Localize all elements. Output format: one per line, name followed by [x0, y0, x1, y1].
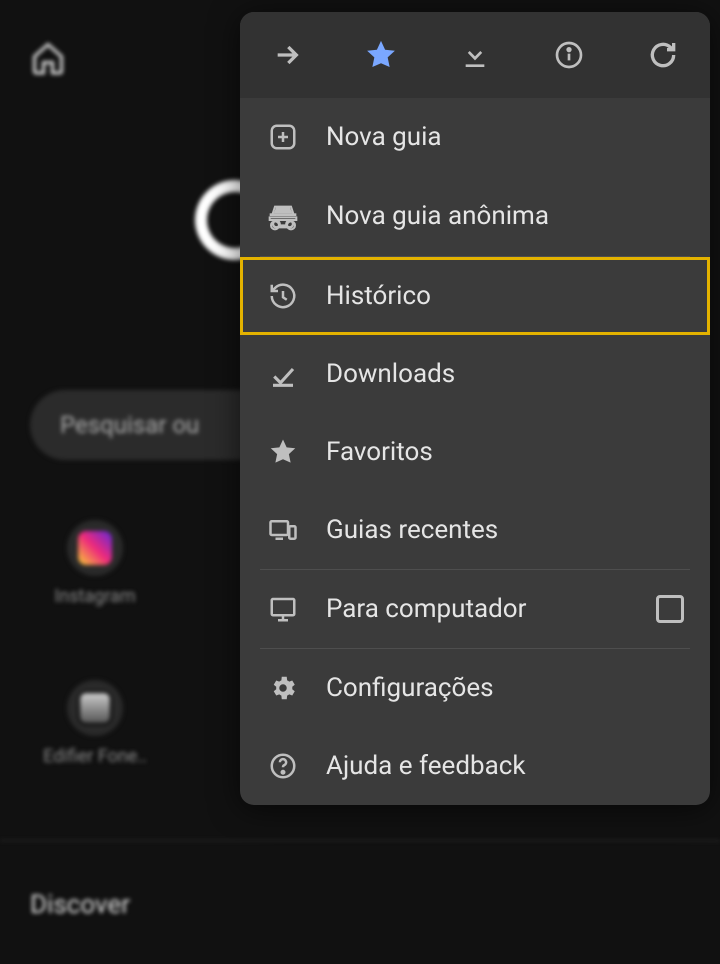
- menu-item-help[interactable]: Ajuda e feedback: [240, 727, 710, 805]
- menu-item-label: Configurações: [326, 673, 494, 703]
- menu-item-desktop-site[interactable]: Para computador: [240, 570, 710, 648]
- menu-item-label: Nova guia: [326, 122, 442, 152]
- desktop-site-checkbox[interactable]: [656, 595, 684, 623]
- menu-item-bookmarks[interactable]: Favoritos: [240, 413, 710, 491]
- discover-heading: Discover: [30, 890, 130, 920]
- menu-item-label: Guias recentes: [326, 515, 498, 545]
- shortcut-label: Edifier Fone..: [43, 746, 147, 767]
- shortcut-label: Instagram: [54, 586, 135, 607]
- history-icon: [266, 281, 300, 311]
- divider: [0, 840, 720, 841]
- menu-item-history[interactable]: Histórico: [240, 257, 710, 335]
- menu-item-settings[interactable]: Configurações: [240, 649, 710, 727]
- menu-item-new-tab[interactable]: Nova guia: [240, 98, 710, 176]
- menu-item-recent-tabs[interactable]: Guias recentes: [240, 491, 710, 569]
- download-check-icon: [266, 359, 300, 389]
- help-icon: [266, 751, 300, 781]
- desktop-icon: [266, 594, 300, 624]
- incognito-icon: [266, 200, 300, 232]
- menu-item-label: Ajuda e feedback: [326, 751, 526, 781]
- star-icon: [266, 437, 300, 467]
- menu-top-bar: [240, 12, 710, 98]
- download-icon[interactable]: [455, 35, 495, 75]
- menu-item-label: Para computador: [326, 594, 526, 624]
- plus-square-icon: [266, 122, 300, 152]
- search-placeholder: Pesquisar ou: [60, 411, 199, 439]
- menu-item-downloads[interactable]: Downloads: [240, 335, 710, 413]
- overflow-menu: Nova guia Nova guia anônima Histórico Do…: [240, 12, 710, 805]
- reload-icon[interactable]: [643, 35, 683, 75]
- bookmark-star-icon[interactable]: [361, 35, 401, 75]
- menu-item-label: Downloads: [326, 359, 455, 389]
- shortcut-instagram[interactable]: Instagram: [35, 520, 155, 607]
- menu-item-label: Histórico: [326, 281, 431, 311]
- menu-item-incognito[interactable]: Nova guia anônima: [240, 176, 710, 256]
- shortcut-edifier[interactable]: Edifier Fone..: [35, 680, 155, 767]
- devices-icon: [266, 515, 300, 545]
- gear-icon: [266, 673, 300, 703]
- home-icon[interactable]: [30, 40, 66, 76]
- forward-icon[interactable]: [267, 35, 307, 75]
- info-icon[interactable]: [549, 35, 589, 75]
- menu-item-label: Favoritos: [326, 437, 433, 467]
- menu-item-label: Nova guia anônima: [326, 201, 549, 231]
